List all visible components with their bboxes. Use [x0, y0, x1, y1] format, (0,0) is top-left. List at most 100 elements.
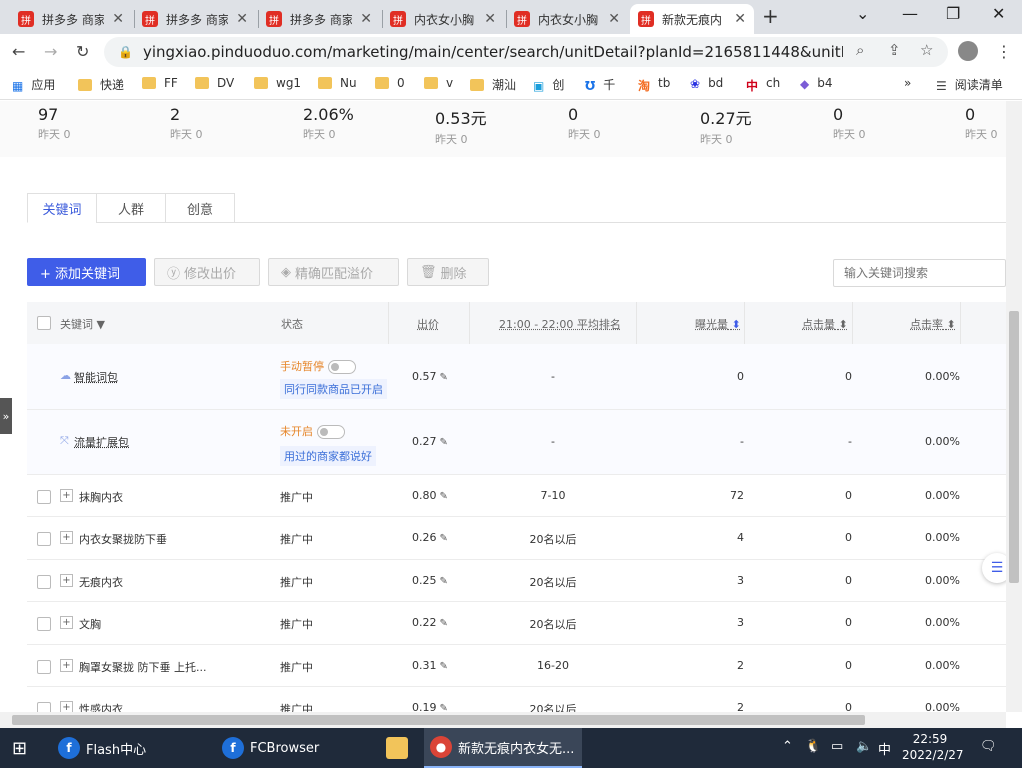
maximize-icon[interactable]: ❐: [946, 4, 960, 23]
vertical-scroll-thumb[interactable]: [1009, 311, 1019, 583]
expand-plus-icon[interactable]: +: [60, 616, 73, 629]
browser-tab-2[interactable]: 拼 拼多多 商家 ✕: [134, 4, 256, 34]
zoom-icon[interactable]: ⌕: [856, 41, 864, 59]
bookmark-chaoshan[interactable]: 潮汕: [470, 76, 516, 93]
row-checkbox[interactable]: [37, 702, 51, 712]
close-icon[interactable]: ✕: [360, 11, 372, 27]
reading-list[interactable]: ☰ 阅读清单: [936, 76, 1003, 93]
bookmark-chuang[interactable]: ▣ 创: [533, 76, 564, 93]
bookmark-bd[interactable]: ❀ bd: [690, 76, 723, 91]
reload-icon[interactable]: ↻: [76, 42, 89, 61]
row-checkbox[interactable]: [37, 490, 51, 504]
edit-icon[interactable]: ✎: [440, 618, 448, 629]
bid-cell[interactable]: 0.26 ✎: [412, 531, 448, 544]
expand-plus-icon[interactable]: +: [60, 701, 73, 712]
network-icon[interactable]: ▭: [831, 739, 843, 754]
special-row-name[interactable]: 流量扩展包: [74, 434, 129, 450]
sort-icon[interactable]: ⬍: [947, 318, 956, 331]
back-arrow-icon[interactable]: ←: [12, 42, 25, 61]
share-icon[interactable]: ⇪: [888, 41, 901, 59]
menu-kebab-icon[interactable]: ⋮: [996, 42, 1012, 61]
expand-plus-icon[interactable]: +: [60, 574, 73, 587]
add-keyword-button[interactable]: + 添加关键词: [27, 258, 146, 286]
taskbar-fcbrowser[interactable]: f FCBrowser: [216, 728, 374, 768]
windows-start-icon[interactable]: ⊞: [12, 738, 27, 759]
bid-cell[interactable]: 0.57 ✎: [412, 370, 448, 383]
edit-icon[interactable]: ✎: [440, 703, 448, 712]
vertical-scrollbar[interactable]: [1006, 101, 1022, 712]
header-ctr[interactable]: 点击率 ⬍: [910, 316, 956, 332]
tab-keywords[interactable]: 关键词: [27, 193, 97, 223]
delete-button[interactable]: 🗑 删除: [407, 258, 489, 286]
close-icon[interactable]: ✕: [112, 11, 124, 27]
header-keyword[interactable]: 关键词 ▼: [60, 316, 105, 332]
sort-icon[interactable]: ⬍: [839, 318, 848, 331]
new-tab-icon[interactable]: +: [762, 4, 779, 28]
bookmark-dv[interactable]: DV: [195, 76, 234, 90]
bookmark-apps[interactable]: ▦ 应用: [12, 76, 55, 93]
close-icon[interactable]: ✕: [734, 11, 746, 27]
browser-tab-1[interactable]: 拼 拼多多 商家 ✕: [10, 4, 132, 34]
filter-icon[interactable]: ▼: [97, 318, 105, 331]
close-icon[interactable]: ✕: [608, 11, 620, 27]
keyword-search-input[interactable]: [833, 259, 1006, 287]
status-toggle[interactable]: [328, 360, 356, 374]
sort-icon[interactable]: ⬍: [732, 318, 741, 331]
bookmark-qian[interactable]: Ʊ千: [585, 76, 615, 93]
select-all-checkbox[interactable]: [37, 316, 51, 330]
qq-penguin-icon[interactable]: 🐧: [805, 739, 821, 754]
taskbar-chrome-window[interactable]: ● 新款无痕内衣女无...: [424, 728, 582, 768]
horizontal-scroll-thumb[interactable]: [12, 715, 865, 725]
row-checkbox[interactable]: [37, 532, 51, 546]
minimize-icon[interactable]: —: [902, 4, 918, 23]
volume-icon[interactable]: 🔈: [856, 739, 872, 754]
bookmark-b4[interactable]: ◆ b4: [800, 76, 833, 91]
edit-icon[interactable]: ✎: [440, 372, 448, 383]
edit-icon[interactable]: ✎: [440, 533, 448, 544]
exact-match-premium-button[interactable]: ◈ 精确匹配溢价: [268, 258, 399, 286]
expand-plus-icon[interactable]: +: [60, 531, 73, 544]
forward-arrow-icon[interactable]: →: [44, 42, 57, 61]
tray-chevron-up-icon[interactable]: ⌃: [782, 739, 793, 754]
bookmark-v[interactable]: v: [424, 76, 453, 90]
edit-icon[interactable]: ✎: [440, 661, 448, 672]
horizontal-scrollbar[interactable]: [0, 712, 1006, 728]
browser-tab-6-active[interactable]: 拼 新款无痕内 ✕: [630, 4, 754, 34]
tab-creative[interactable]: 创意: [165, 193, 235, 223]
bookmark-wg1[interactable]: wg1: [254, 76, 301, 90]
browser-tab-4[interactable]: 拼 内衣女小胸 ✕: [382, 4, 504, 34]
profile-avatar-icon[interactable]: [958, 41, 978, 61]
taskbar-flash-center[interactable]: f Flash中心: [52, 728, 210, 768]
bid-cell[interactable]: 0.25 ✎: [412, 574, 448, 587]
browser-tab-5[interactable]: 拼 内衣女小胸 ✕: [506, 4, 628, 34]
bookmark-ch[interactable]: 中 ch: [746, 76, 780, 93]
taskbar-file-explorer[interactable]: [380, 728, 420, 768]
edit-icon[interactable]: ✎: [440, 576, 448, 587]
browser-tab-3[interactable]: 拼 拼多多 商家 ✕: [258, 4, 380, 34]
window-close-icon[interactable]: ✕: [992, 4, 1005, 23]
bookmark-kuaidi[interactable]: 快递: [78, 76, 124, 93]
special-row-name[interactable]: 智能词包: [74, 369, 118, 385]
header-impressions[interactable]: 曝光量 ⬍: [695, 316, 741, 332]
bid-cell[interactable]: 0.22 ✎: [412, 616, 448, 629]
notification-icon[interactable]: 🗨: [980, 739, 997, 754]
close-icon[interactable]: ✕: [236, 11, 248, 27]
bookmarks-overflow-icon[interactable]: »: [904, 76, 911, 90]
expand-plus-icon[interactable]: +: [60, 489, 73, 502]
header-clicks[interactable]: 点击量 ⬍: [802, 316, 848, 332]
bid-cell[interactable]: 0.80 ✎: [412, 489, 448, 502]
address-bar[interactable]: 🔒 yingxiao.pinduoduo.com/marketing/main/…: [104, 37, 948, 67]
system-clock[interactable]: 22:59 2022/2/27: [902, 731, 964, 763]
bookmark-tb[interactable]: 淘 tb: [638, 76, 670, 93]
close-icon[interactable]: ✕: [484, 11, 496, 27]
ime-indicator[interactable]: 中: [878, 739, 891, 758]
sidebar-expand-icon[interactable]: »: [0, 398, 12, 434]
bookmark-ff[interactable]: FF: [142, 76, 178, 90]
bookmark-0[interactable]: 0: [375, 76, 405, 90]
bid-cell[interactable]: 0.31 ✎: [412, 659, 448, 672]
tab-audience[interactable]: 人群: [96, 193, 166, 223]
bid-cell[interactable]: 0.27 ✎: [412, 435, 448, 448]
expand-plus-icon[interactable]: +: [60, 659, 73, 672]
bookmark-star-icon[interactable]: ☆: [920, 41, 933, 59]
row-checkbox[interactable]: [37, 575, 51, 589]
